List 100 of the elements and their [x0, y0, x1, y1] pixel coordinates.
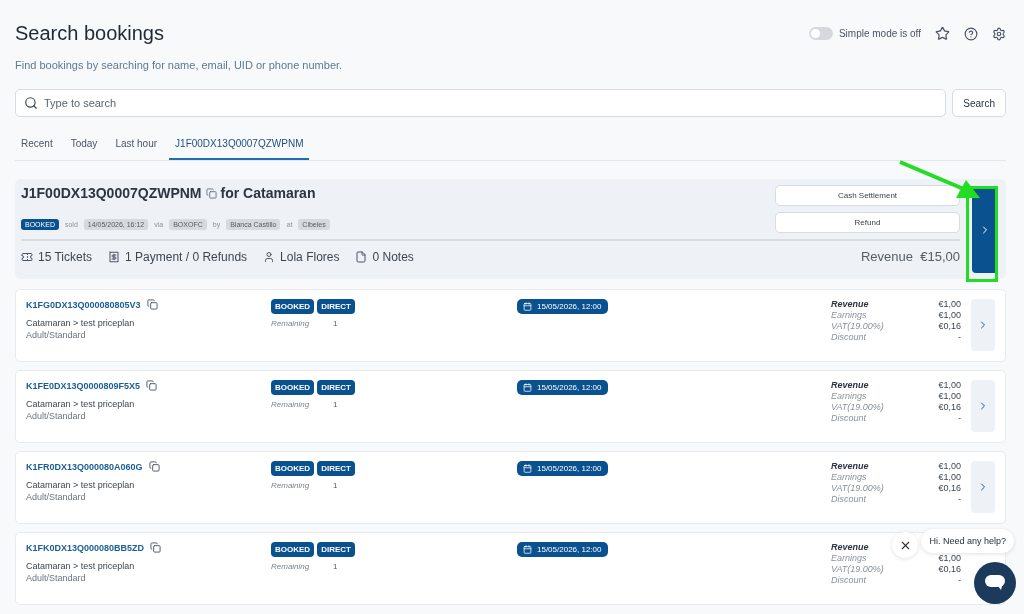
figure-label: VAT(19.00%)	[831, 402, 884, 412]
figure-label: Revenue	[831, 380, 869, 390]
stat-text: 1 Payment / 0 Refunds	[125, 249, 248, 264]
calendar-icon	[523, 302, 532, 311]
figure-value: €0,16	[938, 402, 961, 412]
ticket-tag: BOOKED	[271, 380, 315, 395]
ticket-tag: BOOKED	[271, 461, 315, 476]
ticket-icon	[21, 250, 33, 263]
remaining-label: Remaining	[271, 319, 311, 328]
receipt-icon	[108, 250, 121, 263]
tab[interactable]: Today	[64, 129, 104, 160]
ticket-tag: DIRECT	[317, 542, 355, 557]
ticket-variant: Adult/Standard	[26, 573, 87, 583]
ticket-code[interactable]: K1FG0DX13Q000080805V3	[26, 299, 141, 310]
figure-value: €1,00	[938, 310, 961, 320]
ticket-tag: DIRECT	[317, 299, 355, 314]
person-icon	[263, 250, 276, 263]
revenue-total: Revenue €15,00	[860, 249, 960, 264]
figure-value: -	[957, 575, 961, 585]
figure-label: Discount	[831, 575, 866, 585]
ticket-variant: Adult/Standard	[26, 492, 87, 502]
figure-value: €1,00	[938, 553, 961, 563]
ticket-tag: DIRECT	[317, 461, 355, 476]
calendar-icon	[523, 464, 532, 473]
search-field[interactable]: Type to search	[15, 89, 947, 117]
remaining-label: Remaining	[271, 481, 311, 490]
figure-label: VAT(19.00%)	[831, 321, 884, 331]
page-subtitle: Find bookings by searching for name, email, UID or phone number.	[15, 59, 343, 71]
page-title: Search bookings	[15, 22, 165, 45]
figure-value: €0,16	[938, 321, 961, 331]
search-button[interactable]: Search	[952, 89, 1006, 117]
figure-value: -	[957, 494, 961, 504]
remaining-count: 1	[333, 319, 338, 328]
remaining-count: 1	[333, 400, 338, 409]
figure-label: Earnings	[831, 391, 867, 401]
remaining-label: Remaining	[271, 562, 311, 571]
figure-label: Discount	[831, 332, 866, 342]
ticket-code[interactable]: K1FE0DX13Q0000809F5X5	[26, 380, 141, 391]
figure-label: VAT(19.00%)	[831, 564, 884, 574]
figure-label: Earnings	[831, 553, 867, 563]
ticket-product: Catamaran > test priceplan	[26, 318, 136, 328]
ticket-product: Catamaran > test priceplan	[26, 480, 136, 490]
tab[interactable]: J1F00DX13Q0007QZWPNM	[169, 129, 310, 160]
figure-value: -	[957, 413, 961, 423]
figure-value: €0,16	[938, 483, 961, 493]
chat-button[interactable]	[974, 562, 1016, 604]
settings-icon[interactable]	[992, 26, 1006, 41]
remaining-count: 1	[333, 562, 338, 571]
figure-label: Revenue	[831, 461, 869, 471]
figure-value: €1,00	[938, 380, 961, 390]
action-button[interactable]: Refund	[775, 212, 960, 233]
date-badge: 15/05/2026, 12:00	[517, 380, 608, 395]
ticket-code[interactable]: K1FK0DX13Q000080BB5ZD	[26, 542, 145, 553]
date-badge: 15/05/2026, 12:00	[517, 542, 608, 557]
booking-code: J1F00DX13Q0007QZWPNM	[21, 185, 202, 201]
calendar-icon	[523, 545, 532, 554]
ticket-product: Catamaran > test priceplan	[26, 561, 136, 571]
simple-mode-switch[interactable]	[808, 27, 833, 40]
figure-value: €1,00	[938, 461, 961, 471]
copy-icon[interactable]	[150, 542, 162, 553]
figure-value: -	[957, 332, 961, 342]
booking-product: for Catamaran	[220, 185, 316, 201]
action-button[interactable]: Cash Settlement	[775, 185, 960, 206]
chat-greeting: Hi. Need any help?	[921, 529, 1014, 553]
stat-text: Lola Flores	[280, 249, 340, 264]
copy-icon[interactable]	[146, 299, 158, 310]
figure-label: Discount	[831, 413, 866, 423]
search-icon	[24, 96, 38, 110]
copy-icon[interactable]	[205, 187, 217, 199]
ticket-product: Catamaran > test priceplan	[26, 399, 136, 409]
figure-label: Earnings	[831, 310, 867, 320]
ticket-code[interactable]: K1FR0DX13Q000080A060G	[26, 461, 143, 472]
copy-icon[interactable]	[148, 461, 160, 472]
figure-value: €0,16	[938, 564, 961, 574]
figure-value: €1,00	[938, 299, 961, 309]
figure-label: Discount	[831, 494, 866, 504]
tab[interactable]: Last hour	[109, 129, 164, 160]
figure-value: €1,00	[938, 391, 961, 401]
star-icon[interactable]	[935, 26, 950, 41]
remaining-label: Remaining	[271, 400, 311, 409]
help-icon[interactable]	[964, 26, 978, 41]
stat-text: 0 Notes	[372, 249, 414, 264]
ticket-variant: Adult/Standard	[26, 411, 87, 421]
figure-label: Earnings	[831, 472, 867, 482]
tab[interactable]: Recent	[15, 129, 59, 160]
figure-label: VAT(19.00%)	[831, 483, 884, 493]
calendar-icon	[523, 383, 532, 392]
stat-text: 15 Tickets	[38, 249, 93, 264]
copy-icon[interactable]	[146, 380, 158, 391]
switch-label: Simple mode is off	[838, 28, 921, 39]
document-icon	[355, 250, 368, 263]
date-badge: 15/05/2026, 12:00	[517, 461, 608, 476]
figure-label: Revenue	[831, 542, 869, 552]
date-badge: 15/05/2026, 12:00	[517, 299, 608, 314]
chat-icon	[985, 575, 1005, 591]
remaining-count: 1	[333, 481, 338, 490]
figure-value: €1,00	[938, 472, 961, 482]
ticket-tag: BOOKED	[271, 299, 315, 314]
ticket-tag: BOOKED	[271, 542, 315, 557]
figure-label: Revenue	[831, 299, 869, 309]
